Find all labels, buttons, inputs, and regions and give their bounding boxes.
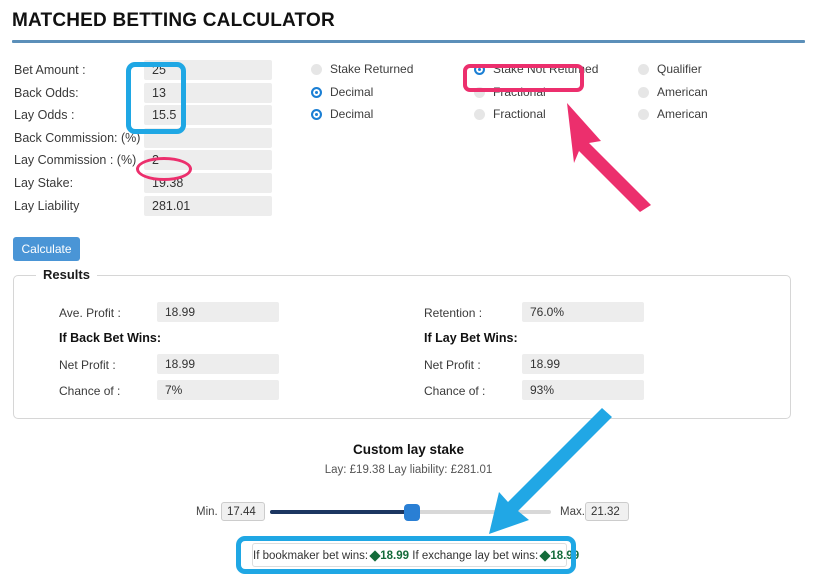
radio-label: Stake Not Returned bbox=[493, 62, 599, 76]
radio-label: Decimal bbox=[330, 107, 374, 122]
input-min-stake[interactable] bbox=[221, 502, 265, 521]
radio-dot-icon bbox=[474, 86, 485, 98]
form-row-lay-stake: Lay Stake: bbox=[0, 172, 817, 196]
slider-track-fill bbox=[270, 510, 412, 514]
input-form: Bet Amount : Back Odds: Lay Odds : Back … bbox=[0, 60, 817, 218]
value-retention[interactable] bbox=[522, 302, 644, 322]
label-chance-of: Chance of : bbox=[59, 384, 121, 398]
label-retention: Retention : bbox=[424, 306, 483, 320]
calculate-button[interactable]: Calculate bbox=[13, 237, 80, 261]
title-divider bbox=[12, 40, 805, 43]
radio-dot-selected-icon bbox=[311, 86, 322, 98]
custom-lay-stake-title: Custom lay stake bbox=[352, 442, 465, 457]
form-row-back-commission: Back Commission: (%) bbox=[0, 127, 817, 151]
value-ave-profit[interactable] bbox=[157, 302, 279, 322]
results-column-lay: Retention : If Lay Bet Wins: Net Profit … bbox=[424, 302, 644, 406]
form-row-lay-liability: Lay Liability bbox=[0, 195, 817, 219]
label-back-commission: Back Commission: (%) bbox=[14, 130, 141, 145]
result-row-lay-net-profit: Net Profit : bbox=[424, 354, 644, 380]
value-back-chance-of[interactable] bbox=[157, 380, 279, 400]
label-max: Max. bbox=[560, 506, 585, 518]
input-lay-liability[interactable] bbox=[144, 195, 272, 216]
label-lay-odds: Lay Odds : bbox=[14, 108, 75, 123]
radio-dot-selected-icon bbox=[474, 64, 485, 75]
result-row-back-chance-of: Chance of : bbox=[59, 380, 279, 406]
heading-if-lay-bet-wins: If Lay Bet Wins: bbox=[424, 331, 518, 345]
result-row-retention: Retention : bbox=[424, 302, 644, 328]
result-row-ave-profit: Ave. Profit : bbox=[59, 302, 279, 328]
radio-label: Stake Returned bbox=[330, 62, 414, 76]
label-chance-of: Chance of : bbox=[424, 384, 486, 398]
page-title: MATCHED BETTING CALCULATOR bbox=[12, 10, 335, 31]
radio-label: Fractional bbox=[493, 84, 546, 99]
lay-stake-slider-row: Min. Max. bbox=[0, 500, 817, 526]
label-lay-commission: Lay Commission : (%) bbox=[14, 153, 137, 168]
input-back-commission[interactable] bbox=[144, 127, 272, 148]
results-panel: Results Ave. Profit : If Back Bet Wins: … bbox=[13, 267, 791, 419]
radio-dot-icon bbox=[638, 64, 649, 75]
radio-label: Qualifier bbox=[657, 62, 702, 76]
value-lay-chance-of[interactable] bbox=[522, 380, 644, 400]
slider-thumb[interactable] bbox=[404, 504, 420, 521]
label-net-profit: Net Profit : bbox=[424, 358, 481, 372]
value-back-net-profit[interactable] bbox=[157, 354, 279, 374]
label-bet-amount: Bet Amount : bbox=[14, 63, 86, 77]
results-legend: Results bbox=[36, 267, 97, 282]
heading-if-back-bet-wins: If Back Bet Wins: bbox=[59, 331, 161, 345]
input-lay-odds[interactable] bbox=[144, 105, 272, 126]
input-lay-stake[interactable] bbox=[144, 172, 272, 193]
outcome-exchange-amount: 18.99 bbox=[539, 550, 579, 562]
radio-dot-icon bbox=[638, 86, 649, 98]
radio-label: Decimal bbox=[330, 84, 374, 99]
label-ave-profit: Ave. Profit : bbox=[59, 306, 121, 320]
form-row-lay-commission: Lay Commission : (%) bbox=[0, 150, 817, 173]
matched-betting-calculator-page: MATCHED BETTING CALCULATOR Bet Amount : … bbox=[0, 0, 817, 580]
outcome-exchange-label: If exchange lay bet wins: bbox=[412, 550, 539, 562]
label-lay-stake: Lay Stake: bbox=[14, 175, 74, 190]
custom-lay-stake-subtitle: Lay: £19.38 Lay liability: £281.01 bbox=[324, 464, 493, 476]
result-row-back-net-profit: Net Profit : bbox=[59, 354, 279, 380]
outcome-bookmaker-amount: 18.99 bbox=[369, 550, 409, 562]
value-lay-net-profit[interactable] bbox=[522, 354, 644, 374]
label-net-profit: Net Profit : bbox=[59, 358, 116, 372]
label-lay-liability: Lay Liability bbox=[14, 198, 80, 213]
input-bet-amount[interactable] bbox=[144, 60, 272, 80]
input-max-stake[interactable] bbox=[585, 502, 629, 521]
result-row-lay-chance-of: Chance of : bbox=[424, 380, 644, 406]
input-back-odds[interactable] bbox=[144, 82, 272, 103]
radio-dot-icon bbox=[311, 64, 322, 75]
radio-label: American bbox=[657, 107, 708, 122]
outcome-summary-bar: If bookmaker bet wins: 18.99 If exchange… bbox=[252, 543, 579, 567]
label-back-odds: Back Odds: bbox=[14, 85, 79, 100]
outcome-bookmaker-label: If bookmaker bet wins: bbox=[253, 550, 369, 562]
label-min: Min. bbox=[196, 506, 218, 518]
radio-label: American bbox=[657, 84, 708, 99]
input-lay-commission[interactable] bbox=[144, 150, 272, 171]
results-column-back: Ave. Profit : If Back Bet Wins: Net Prof… bbox=[59, 302, 279, 406]
radio-label: Fractional bbox=[493, 107, 546, 122]
